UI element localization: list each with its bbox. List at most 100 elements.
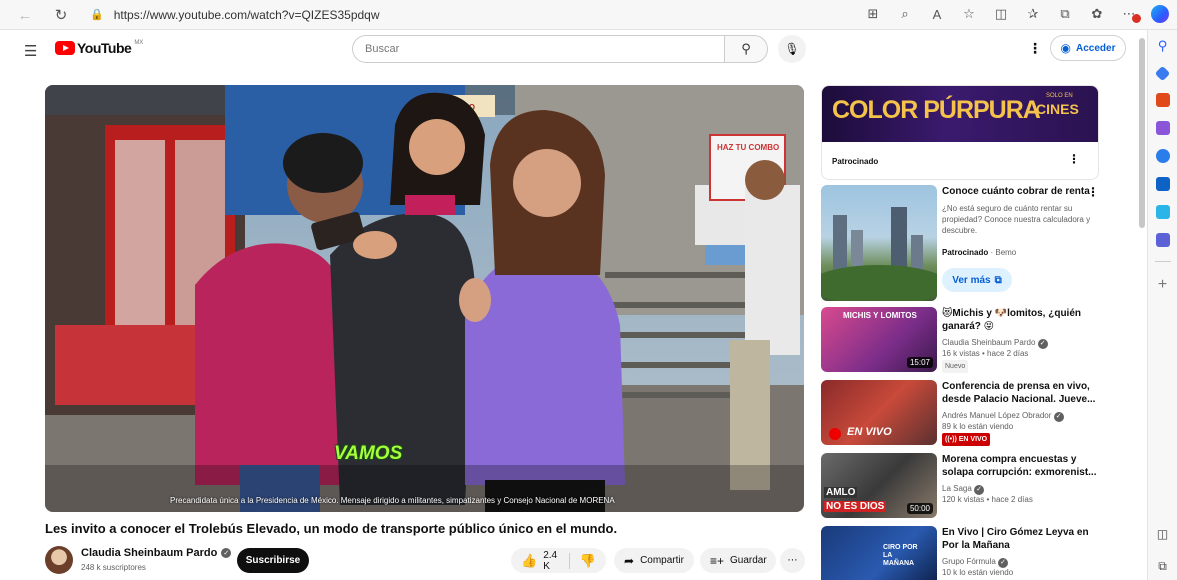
sidebar-office-icon[interactable] xyxy=(1155,149,1170,163)
like-divider xyxy=(569,552,570,569)
sponsored-item[interactable]: Conoce cuánto cobrar de renta ⋮ ¿No está… xyxy=(821,185,1111,303)
channel-avatar[interactable] xyxy=(45,546,73,574)
video-caption-subtitle: Precandidata única a la Presidencia de M… xyxy=(170,496,615,505)
sponsored-desc: ¿No está seguro de cuánto rentar su prop… xyxy=(942,204,1091,235)
video-thumbnail[interactable]: AMLO NO ES DIOS 50:00 xyxy=(821,453,937,518)
video-channel[interactable]: Claudia Sheinbaum Pardo ✓ xyxy=(942,337,1100,349)
subscribe-button[interactable]: Suscribirse xyxy=(237,548,309,573)
new-badge: Nuevo xyxy=(942,360,969,373)
favorites-icon[interactable]: ✰ xyxy=(1023,3,1043,25)
ad-more-icon[interactable]: ⋮ xyxy=(1068,152,1080,166)
list-item[interactable]: CIRO POR LA MAÑANA En Vivo | Ciro Gómez … xyxy=(821,526,1111,580)
lock-icon: 🔒 xyxy=(90,9,104,21)
verified-icon: ✓ xyxy=(998,557,1009,568)
video-title-link[interactable]: En Vivo | Ciro Gómez Leyva en Por la Mañ… xyxy=(942,526,1102,552)
more-browser-icon[interactable]: ⋯ xyxy=(1119,3,1141,25)
address-bar[interactable]: 🔒 https://www.youtube.com/watch?v=QIZES3… xyxy=(90,4,790,25)
share-icon: ➦ xyxy=(624,553,635,568)
video-channel[interactable]: Grupo Fórmula ✓ xyxy=(942,556,1100,568)
sidebar-divider xyxy=(1154,261,1171,262)
youtube-logo[interactable]: YouTube MX xyxy=(55,40,143,56)
read-aloud-icon[interactable]: A xyxy=(927,3,947,25)
share-button[interactable]: ➦ Compartir xyxy=(614,548,694,573)
sidebar-send-icon[interactable] xyxy=(1155,205,1170,219)
app-available-icon[interactable]: ⊞ xyxy=(863,3,883,25)
sidebar-outlook-icon[interactable] xyxy=(1155,177,1170,191)
extensions-icon[interactable]: ✿ xyxy=(1087,3,1107,25)
back-icon[interactable]: ← xyxy=(14,4,36,26)
channel-name: Andrés Manuel López Obrador xyxy=(942,411,1052,420)
video-badge-row: ((•)) EN VIVO xyxy=(942,433,1100,446)
live-badge: ((•)) EN VIVO xyxy=(942,433,991,446)
video-badge-row: Nuevo xyxy=(942,360,1100,373)
collections-icon[interactable]: ⧉ xyxy=(1055,3,1075,25)
video-duration: 15:07 xyxy=(906,357,933,368)
video-player[interactable]: HAZ TU COMBO ELADO xyxy=(45,85,804,512)
copilot-icon[interactable] xyxy=(1151,5,1169,23)
sidebar-panel-icon[interactable]: ◫ xyxy=(1157,527,1168,541)
video-channel[interactable]: La Saga ✓ xyxy=(942,483,1100,495)
ad-banner-title: COLOR PÚRPURA xyxy=(832,96,1041,124)
voice-search-button[interactable]: 🎙 xyxy=(778,35,806,63)
video-title-link[interactable]: Conferencia de prensa en vivo, desde Pal… xyxy=(942,380,1102,406)
like-icon[interactable]: 👍 xyxy=(521,553,537,569)
zoom-icon[interactable]: ⌕ xyxy=(895,3,915,25)
reload-icon[interactable]: ↻ xyxy=(50,4,72,26)
video-meta: 16 k vistas • hace 2 días xyxy=(942,349,1029,358)
search-button[interactable]: ⚲ xyxy=(724,35,768,63)
video-channel[interactable]: Andrés Manuel López Obrador ✓ xyxy=(942,410,1100,422)
sidebar-tools-icon[interactable] xyxy=(1155,93,1170,107)
video-title: Les invito a conocer el Trolebús Elevado… xyxy=(45,521,618,536)
ver-mas-button[interactable]: Ver más ⧉ xyxy=(942,268,1012,292)
video-title-link[interactable]: Morena compra encuestas y solapa corrupc… xyxy=(942,453,1102,479)
edge-sidebar: ⚲ + ◫ ⧉ xyxy=(1147,30,1177,580)
sidebar-tag-icon[interactable] xyxy=(1154,65,1171,82)
browser-toolbar-icons: ⊞ ⌕ A ☆ ◫ ✰ ⧉ ✿ ⋯ xyxy=(863,3,1169,25)
channel-name-row[interactable]: Claudia Sheinbaum Pardo ✓ xyxy=(81,547,232,559)
list-item[interactable]: EN VIVO Conferencia de prensa en vivo, d… xyxy=(821,380,1111,448)
channel-name[interactable]: Claudia Sheinbaum Pardo xyxy=(81,547,217,559)
favorite-star-icon[interactable]: ☆ xyxy=(959,3,979,25)
settings-more-icon[interactable]: ⋮ xyxy=(1028,40,1042,57)
sidebar-add-icon[interactable]: + xyxy=(1158,276,1167,294)
list-item[interactable]: MICHIS Y LOMITOS 15:07 😻Michis y 🐶lomito… xyxy=(821,307,1111,375)
dislike-icon[interactable]: 👎 xyxy=(580,553,596,569)
sidebar-search-icon[interactable]: ⚲ xyxy=(1158,38,1168,54)
sponsored-more-icon[interactable]: ⋮ xyxy=(1087,185,1099,199)
subscriber-count: 248 k suscriptores xyxy=(81,563,146,572)
thumbnail-text: CIRO POR LA MAÑANA xyxy=(883,544,918,567)
more-actions-button[interactable]: ⋯ xyxy=(780,548,805,573)
save-button[interactable]: ≡+ Guardar xyxy=(700,548,776,573)
menu-icon[interactable]: ☰ xyxy=(24,42,37,60)
account-icon: ◉ xyxy=(1060,41,1071,55)
video-thumbnail[interactable]: MICHIS Y LOMITOS 15:07 xyxy=(821,307,937,372)
video-meta: 10 k lo están viendo xyxy=(942,568,1014,577)
search-input[interactable]: Buscar xyxy=(352,35,724,63)
ad-label: Patrocinado xyxy=(832,157,879,166)
save-playlist-icon: ≡+ xyxy=(710,553,725,568)
sponsored-label: Patrocinado xyxy=(942,248,989,257)
sponsored-byline: Patrocinado · Bemo xyxy=(942,247,1100,258)
video-title-link[interactable]: 😻Michis y 🐶lomitos, ¿quién ganará? 😝 xyxy=(942,307,1102,333)
signin-label: Acceder xyxy=(1076,42,1116,54)
yt-header: ☰ YouTube MX Buscar ⚲ 🎙 ⋮ ◉ Acceder xyxy=(0,30,1147,66)
sidebar-teams-icon[interactable] xyxy=(1155,233,1170,247)
split-screen-icon[interactable]: ◫ xyxy=(991,3,1011,25)
sidebar-external-icon[interactable]: ⧉ xyxy=(1158,559,1167,574)
sponsored-thumbnail[interactable] xyxy=(821,185,937,301)
page-scrollbar[interactable] xyxy=(1139,38,1145,228)
list-item[interactable]: AMLO NO ES DIOS 50:00 Morena compra encu… xyxy=(821,453,1111,521)
video-thumbnail[interactable]: CIRO POR LA MAÑANA xyxy=(821,526,937,580)
live-badge-label: EN VIVO xyxy=(958,436,988,443)
like-count[interactable]: 2.4 K xyxy=(543,550,559,572)
external-link-icon: ⧉ xyxy=(994,274,1002,286)
video-meta: 89 k lo están viendo xyxy=(942,422,1014,431)
sidebar-games-icon[interactable] xyxy=(1155,121,1170,135)
thumbnail-text: EN VIVO xyxy=(847,426,892,438)
share-label: Compartir xyxy=(640,555,684,566)
signin-button[interactable]: ◉ Acceder xyxy=(1050,35,1126,61)
video-thumbnail[interactable]: EN VIVO xyxy=(821,380,937,445)
sponsored-title[interactable]: Conoce cuánto cobrar de renta xyxy=(942,185,1102,198)
sidebar-ad-card[interactable]: COLOR PÚRPURA SOLO EN CINES Patrocinado … xyxy=(821,85,1099,180)
ad-banner[interactable]: COLOR PÚRPURA SOLO EN CINES xyxy=(822,86,1098,142)
